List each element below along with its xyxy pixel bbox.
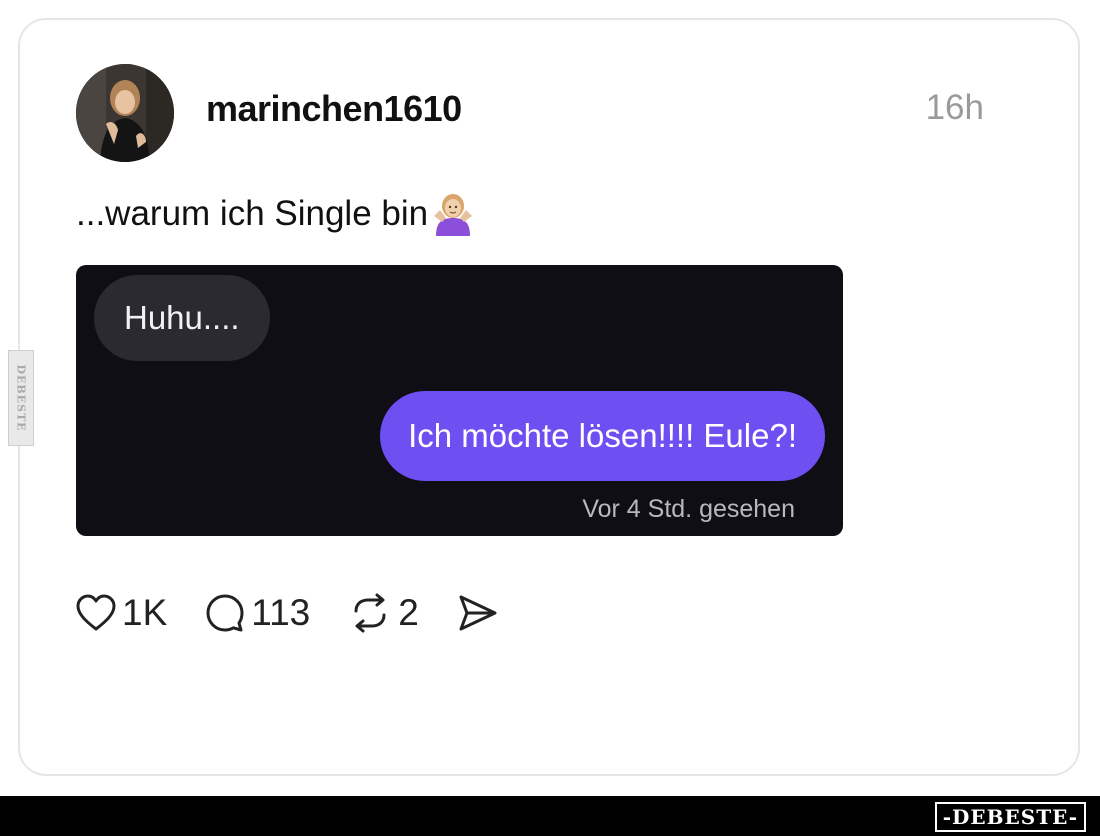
repost-icon xyxy=(354,593,386,633)
avatar[interactable] xyxy=(76,64,174,162)
post-actions: 1K 113 2 xyxy=(76,588,537,638)
side-watermark-text: DEBESTE xyxy=(14,364,28,432)
footer-bar: -DEBESTE- xyxy=(0,796,1100,836)
comment-icon xyxy=(206,594,244,632)
outgoing-message-bubble: Ich möchte lösen!!!! Eule?! xyxy=(380,391,825,481)
page: marinchen1610 16h ...warum ich Single bi… xyxy=(0,0,1100,836)
share-button[interactable] xyxy=(457,594,499,632)
post-timestamp: 16h xyxy=(925,88,984,127)
repost-button[interactable]: 2 xyxy=(348,592,419,634)
footer-logo: -DEBESTE- xyxy=(934,802,1086,832)
embedded-chat-screenshot: Huhu.... Ich möchte lösen!!!! Eule?! Vor… xyxy=(76,265,843,536)
comment-button[interactable]: 113 xyxy=(205,592,310,634)
username[interactable]: marinchen1610 xyxy=(206,88,462,130)
heart-icon xyxy=(76,594,116,631)
incoming-message-bubble: Huhu.... xyxy=(94,275,270,361)
like-button[interactable]: 1K xyxy=(76,592,167,634)
comment-count: 113 xyxy=(251,592,311,633)
post-caption: ...warum ich Single bin xyxy=(76,192,476,236)
seen-status: Vor 4 Std. gesehen xyxy=(582,495,795,523)
side-watermark: DEBESTE xyxy=(8,350,34,446)
repost-count: 2 xyxy=(398,592,419,633)
share-icon xyxy=(459,595,497,631)
person-shrugging-emoji-icon xyxy=(430,192,476,236)
caption-text: ...warum ich Single bin xyxy=(76,194,429,233)
like-count: 1K xyxy=(122,592,168,633)
